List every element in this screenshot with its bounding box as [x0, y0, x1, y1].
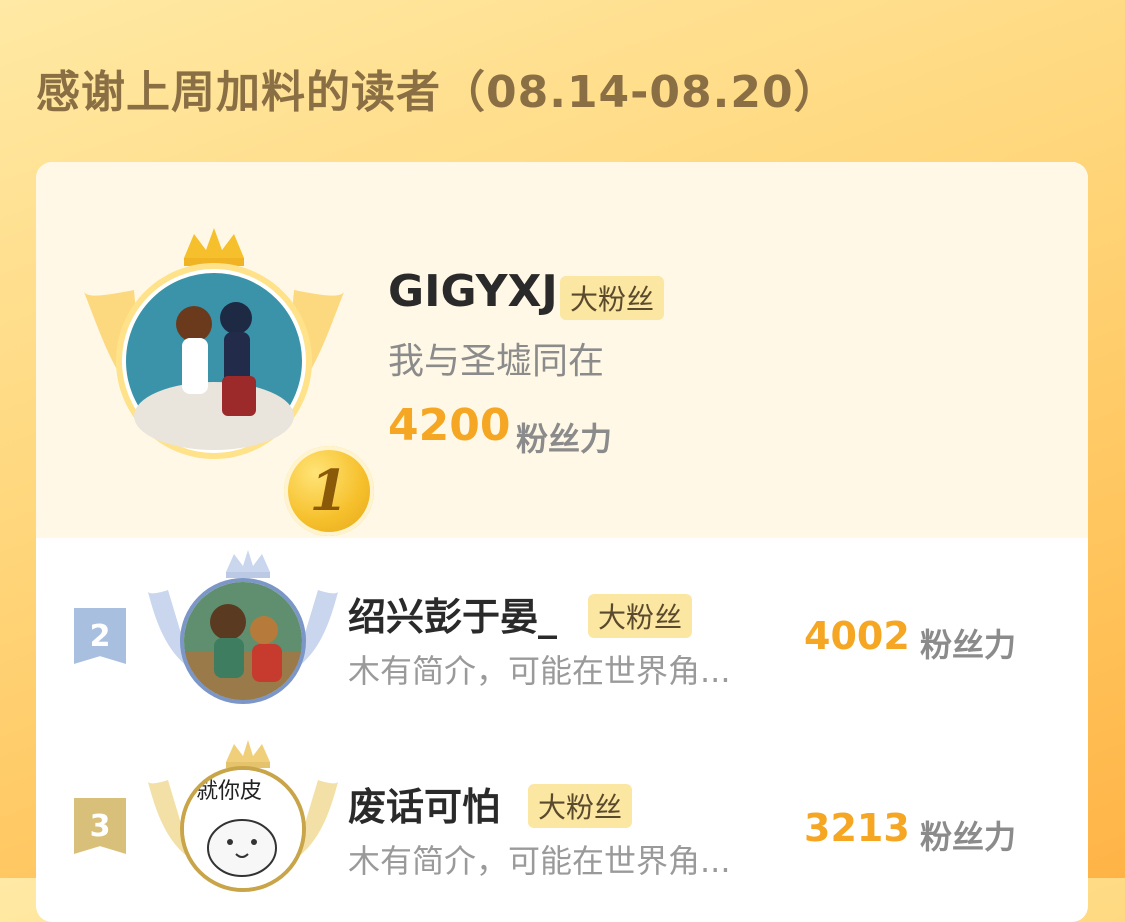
avatar-text: 就你皮 — [196, 779, 262, 804]
fan-power-label: 粉丝力 — [920, 626, 1017, 664]
fan-badge: 大粉丝 — [588, 594, 693, 638]
leaderboard-card: 1 GIGYXJ 大粉丝 我与圣墟同在 4200 粉丝力 2 绍兴彭于晏_ 大粉… — [36, 162, 1088, 922]
top-reader-name[interactable]: GIGYXJ — [388, 266, 558, 317]
list-item[interactable]: 3 就你皮 废话可怕 大粉丝 木有简介，可能在世界角... 3213 粉丝力 — [36, 738, 1088, 922]
avatar[interactable] — [180, 578, 306, 704]
fan-power-label: 粉丝力 — [516, 420, 613, 458]
crown-icon — [226, 740, 270, 768]
avatar[interactable]: 就你皮 — [180, 766, 306, 892]
reader-name[interactable]: 绍兴彭于晏_ — [348, 586, 557, 641]
fan-badge: 大粉丝 — [528, 784, 633, 828]
fan-badge: 大粉丝 — [560, 276, 665, 320]
list-item[interactable]: 2 绍兴彭于晏_ 大粉丝 木有简介，可能在世界角... 4002 粉丝力 — [36, 538, 1088, 738]
page-title: 感谢上周加料的读者（08.14-08.20） — [36, 67, 839, 118]
gold-wings-icon — [84, 228, 344, 459]
silver-rank-flag-icon: 2 — [74, 608, 126, 664]
top-reader-panel[interactable]: 1 GIGYXJ 大粉丝 我与圣墟同在 4200 粉丝力 — [36, 162, 1088, 538]
reader-name[interactable]: 废话可怕 — [348, 776, 500, 831]
top-reader-bio: 我与圣墟同在 — [388, 341, 605, 382]
gold-medal-icon: 1 — [84, 226, 374, 536]
reader-score: 3213 — [804, 806, 910, 850]
crown-icon — [226, 550, 270, 578]
reader-bio: 木有简介，可能在世界角... — [348, 842, 731, 880]
rank-1-coin: 1 — [284, 446, 374, 536]
fan-power-label: 粉丝力 — [920, 818, 1017, 856]
bronze-rank-flag-icon: 3 — [74, 798, 126, 854]
reader-score: 4002 — [804, 614, 910, 658]
reader-bio: 木有简介，可能在世界角... — [348, 652, 731, 690]
top-reader-score: 4200 — [388, 400, 511, 451]
crown-icon — [184, 228, 244, 266]
